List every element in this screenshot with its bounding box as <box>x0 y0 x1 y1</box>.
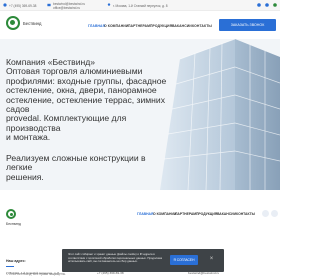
footer-nav-about[interactable]: О КОМПАНИИ <box>153 212 176 216</box>
heading-underline <box>6 266 14 267</box>
hero-description: Компания «Бествинд» Оптовая торговля алю… <box>6 57 176 143</box>
hero-line: Реализуем сложные конструкции в легкие <box>6 153 146 173</box>
logo-icon[interactable] <box>6 16 20 30</box>
nav-home[interactable]: ГЛАВНАЯ <box>88 24 105 28</box>
footer-logo-icon[interactable] <box>6 209 16 219</box>
vk-icon[interactable] <box>265 3 269 7</box>
nav-products[interactable]: ПРОДУКЦИЯ <box>150 24 172 28</box>
cookie-text: Этот сайт собирает и хранит данные (файл… <box>68 252 163 264</box>
footer-nav-partners[interactable]: ПАРТНЕРАМ <box>175 212 196 216</box>
close-icon[interactable]: × <box>208 256 215 263</box>
site-header: Бествинд ГЛАВНАЯ О КОМПАНИИ ПАРТНЕРАМ ПР… <box>0 11 280 39</box>
nav-contacts[interactable]: КОНТАКТЫ <box>192 24 212 28</box>
telegram-icon[interactable] <box>257 3 261 7</box>
nav-about[interactable]: О КОМПАНИИ <box>104 24 128 28</box>
footer-logo-text[interactable]: Бествинд <box>6 222 21 226</box>
logo-text[interactable]: Бествинд <box>23 21 41 26</box>
mail-icon <box>47 3 51 7</box>
cookie-accept-button[interactable]: Я СОГЛАСЕН <box>170 255 198 265</box>
topbar-phone[interactable]: +7 (495) 369-69-38 <box>9 4 36 8</box>
topbar-email-2[interactable]: office@bestwind.ru <box>53 6 80 10</box>
location-icon <box>107 3 111 6</box>
order-call-button[interactable]: ЗАКАЗАТЬ ЗВОНОК <box>219 19 276 31</box>
whatsapp-icon[interactable] <box>273 3 277 7</box>
nav-partners[interactable]: ПАРТНЕРАМ <box>128 24 150 28</box>
footer-nav-vacancies[interactable]: ВАКАНСИИ <box>217 212 236 216</box>
nav-vacancies[interactable]: ВАКАНСИИ <box>172 24 192 28</box>
vk-icon[interactable] <box>271 210 278 217</box>
hero-line: решения. <box>6 171 44 182</box>
cookie-banner: Этот сайт собирает и хранит данные (файл… <box>62 249 224 272</box>
address-heading: Наш адрес: <box>6 259 26 263</box>
topbar-address: г. Москва, 1-й Станкий переулок, д. 8 <box>113 3 168 8</box>
hero-line: и монтажа. <box>6 132 51 143</box>
phone-icon <box>3 3 7 7</box>
footer-nav-products[interactable]: ПРОДУКЦИЯ <box>196 212 217 216</box>
hero-line: provedal. Комплектующие для производства <box>6 113 127 133</box>
top-bar: +7 (495) 369-69-38 bestwind@bestwind.ru … <box>0 0 280 11</box>
footer-nav-home[interactable]: ГЛАВНАЯ <box>137 212 153 216</box>
hero-tagline: Реализуем сложные конструкции в легкие р… <box>6 153 166 182</box>
hero-line: остекление, остекление террас, зимних са… <box>6 94 166 115</box>
footer-nav-contacts[interactable]: КОНТАКТЫ <box>236 212 255 216</box>
telegram-icon[interactable] <box>262 210 269 217</box>
copyright-text: © 2018 Бествинд. Все права защищены. <box>6 272 66 276</box>
hero-section: Компания «Бествинд» Оптовая торговля алю… <box>0 39 280 190</box>
